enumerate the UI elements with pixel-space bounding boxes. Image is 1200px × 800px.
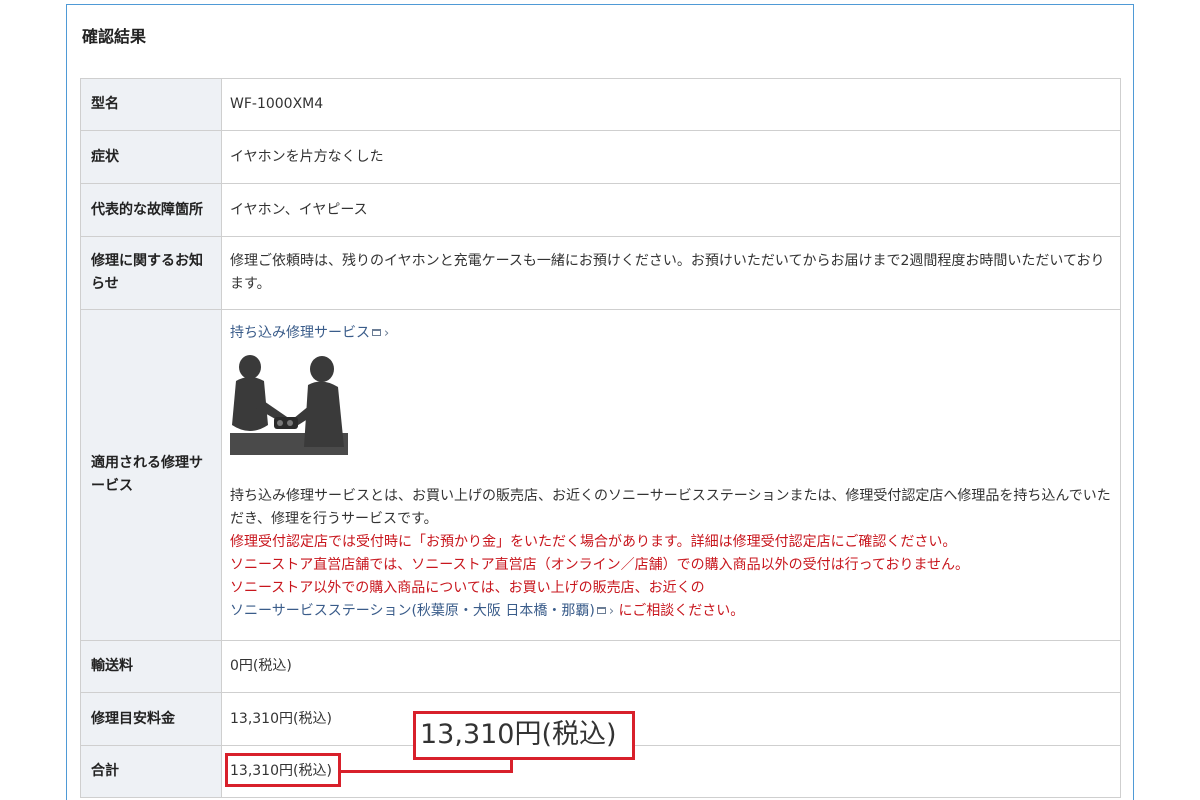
callout-connector — [341, 770, 513, 773]
station-line: ソニーサービスステーション(秋葉原・大阪 日本橋・那覇) › にご相談ください。 — [230, 600, 1112, 623]
panel-title: 確認結果 — [82, 27, 147, 46]
row-value-estimate: 13,310円(税込) — [221, 692, 1121, 746]
result-table: 型名 WF-1000XM4 症状 イヤホンを片方なくした 代表的な故障箇所 イヤ… — [80, 78, 1121, 798]
table-row: 適用される修理サービス 持ち込み修理サービス › 持ち込み修理サービスとは、お買… — [80, 309, 1121, 641]
row-value-service: 持ち込み修理サービス › 持ち込み修理サービスとは、お買い上げの販売店、お近くのソ… — [221, 309, 1121, 641]
confirmation-panel: 確認結果 型名 WF-1000XM4 症状 イヤホンを片方なくした 代表的な故障… — [66, 4, 1134, 800]
chevron-right-icon: › — [608, 604, 615, 619]
row-label-shipping: 輸送料 — [80, 640, 222, 693]
row-label-symptom: 症状 — [80, 130, 222, 184]
consult-text: にご相談ください。 — [618, 603, 745, 619]
service-station-link[interactable]: ソニーサービスステーション(秋葉原・大阪 日本橋・那覇) — [230, 603, 595, 619]
table-row: 型名 WF-1000XM4 — [80, 78, 1121, 131]
row-label-total: 合計 — [80, 745, 222, 798]
external-window-icon — [596, 607, 606, 614]
row-label-estimate: 修理目安料金 — [80, 692, 222, 746]
row-label-notice: 修理に関するお知らせ — [80, 236, 222, 310]
row-value-symptom: イヤホンを片方なくした — [221, 130, 1121, 184]
row-label-model: 型名 — [80, 78, 222, 131]
row-value-notice: 修理ご依頼時は、残りのイヤホンと充電ケースも一緒にお預けください。お預けいただい… — [221, 236, 1121, 310]
table-row: 症状 イヤホンを片方なくした — [80, 130, 1121, 184]
service-link-line[interactable]: 持ち込み修理サービス › — [230, 322, 1112, 345]
service-note-other: ソニーストア以外での購入商品については、お買い上げの販売店、お近くの — [230, 580, 705, 596]
carry-in-illustration — [230, 355, 348, 455]
row-value-part: イヤホン、イヤピース — [221, 183, 1121, 237]
table-row: 修理に関するお知らせ 修理ご依頼時は、残りのイヤホンと充電ケースも一緒にお預けく… — [80, 236, 1121, 310]
row-value-shipping: 0円(税込) — [221, 640, 1121, 693]
chevron-right-icon: › — [384, 326, 390, 341]
total-callout: 13,310円(税込) — [413, 711, 635, 760]
service-note-deposit: 修理受付認定店では受付時に「お預かり金」をいただく場合があります。詳細は修理受付… — [230, 534, 957, 550]
row-value-model: WF-1000XM4 — [221, 78, 1121, 131]
table-row: 輸送料 0円(税込) — [80, 640, 1121, 693]
carry-in-service-link[interactable]: 持ち込み修理サービス — [230, 325, 370, 341]
service-note-store: ソニーストア直営店舗では、ソニーストア直営店（オンライン／店舗）での購入商品以外… — [230, 557, 970, 573]
table-row: 代表的な故障箇所 イヤホン、イヤピース — [80, 183, 1121, 237]
service-description: 持ち込み修理サービスとは、お買い上げの販売店、お近くのソニーサービスステーション… — [230, 488, 1111, 527]
row-label-part: 代表的な故障箇所 — [80, 183, 222, 237]
row-label-service: 適用される修理サービス — [80, 309, 222, 641]
total-highlight-box — [225, 753, 341, 787]
external-window-icon — [372, 329, 381, 336]
